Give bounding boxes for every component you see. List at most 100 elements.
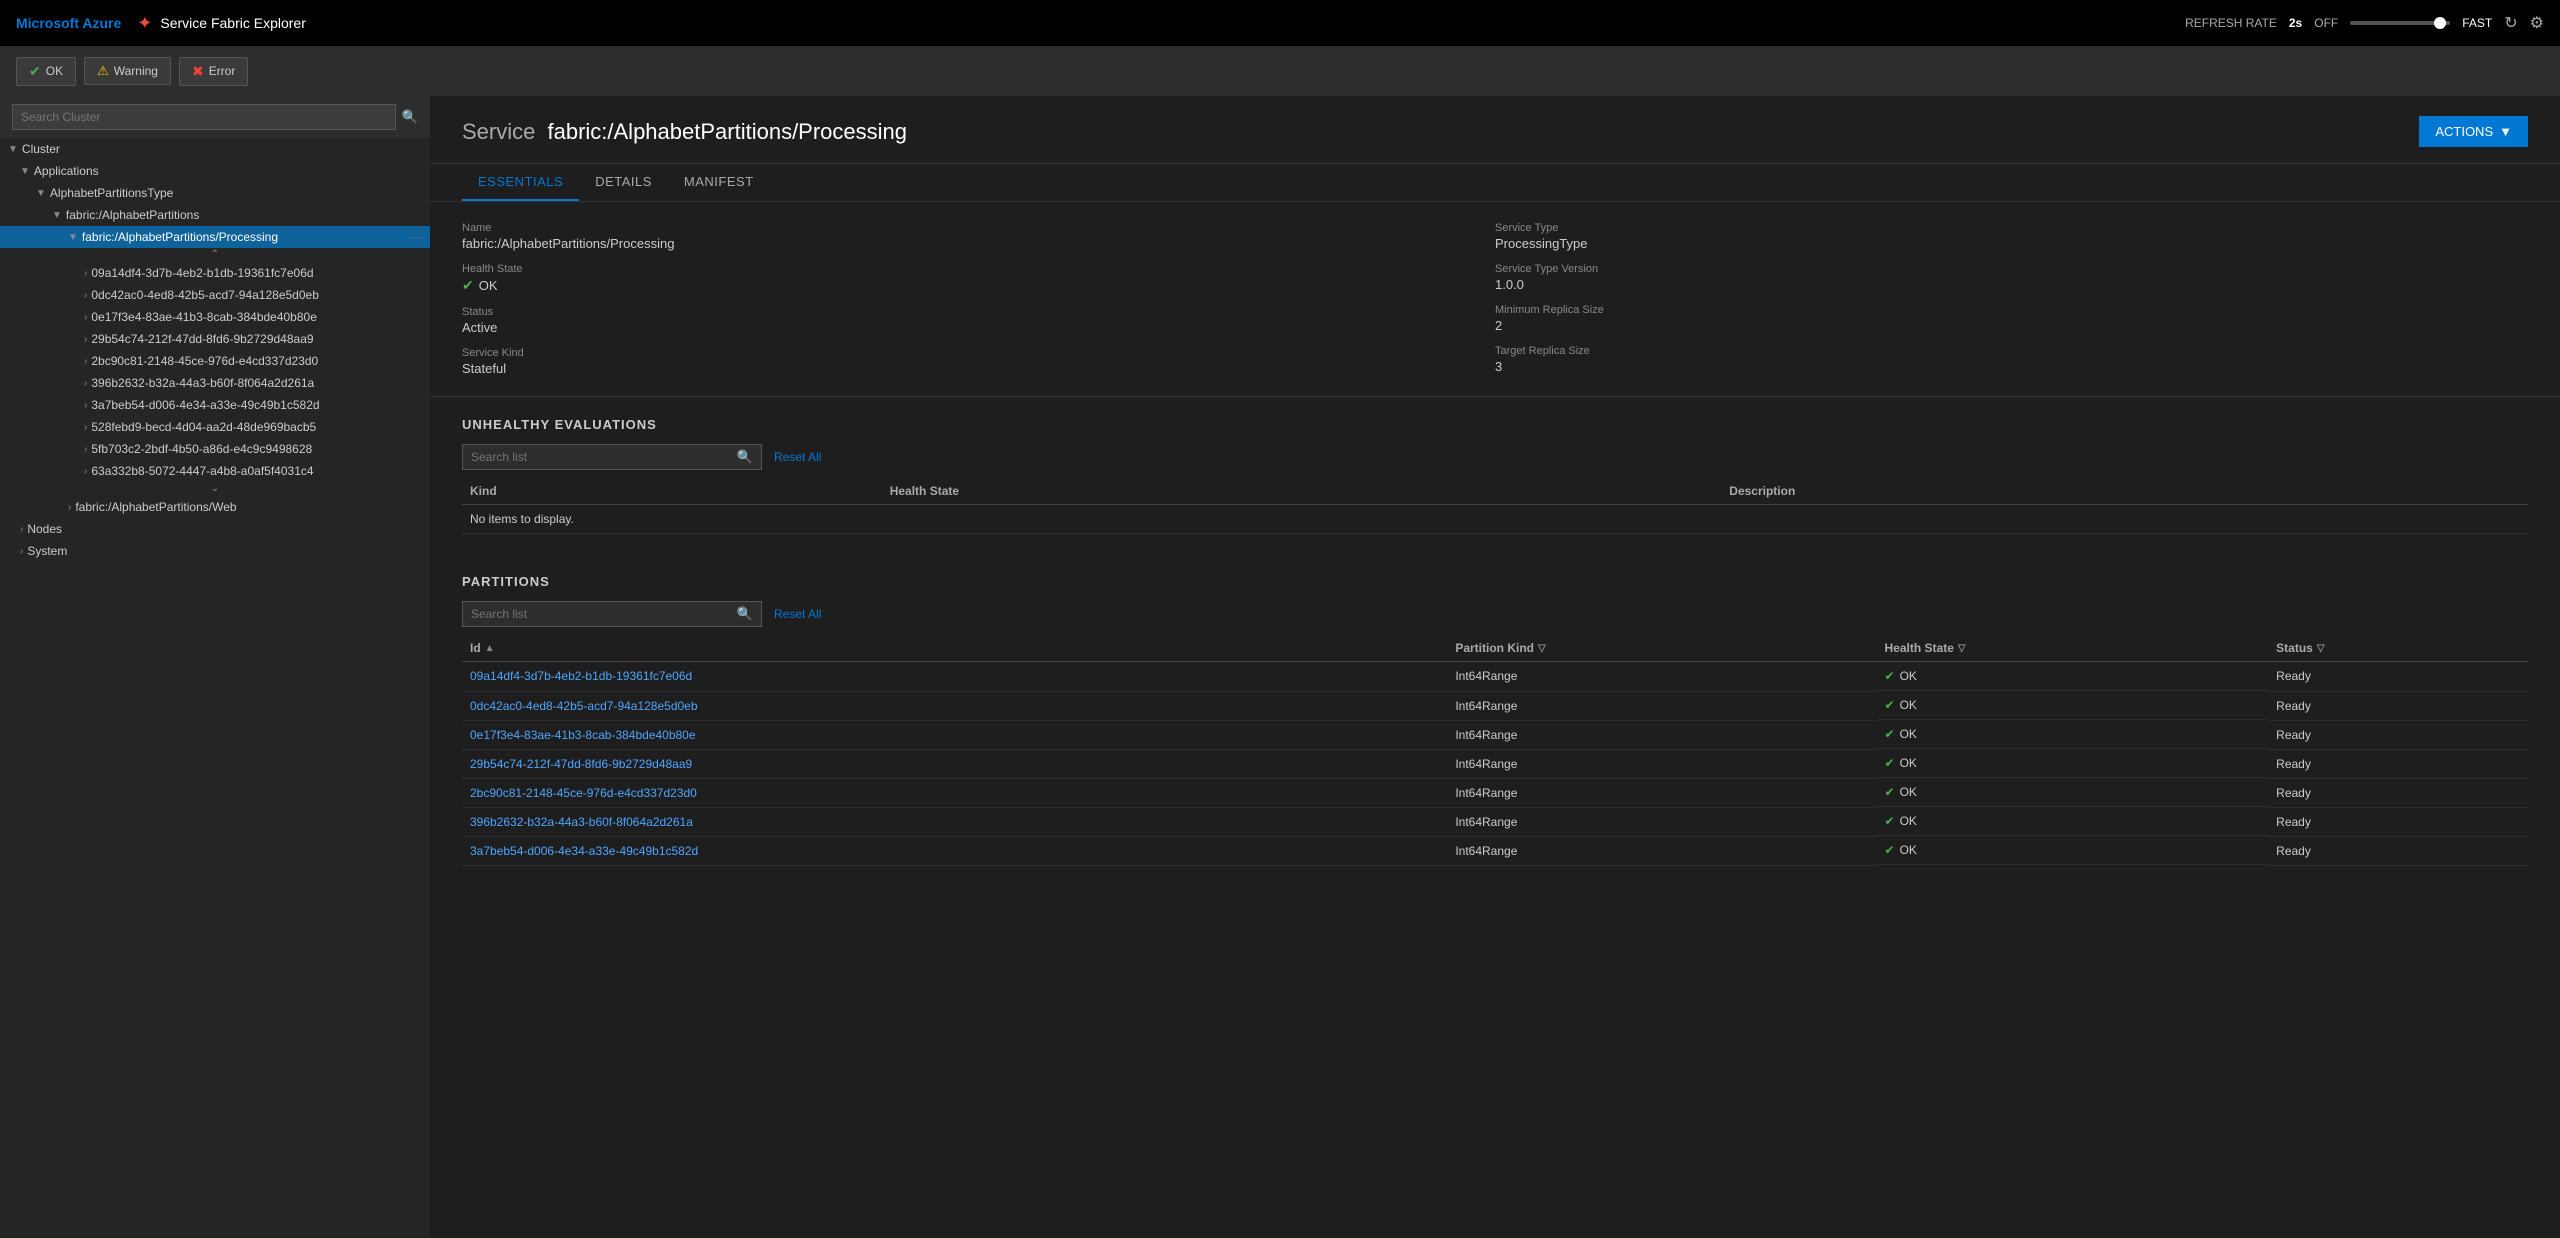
table-row: 09a14df4-3d7b-4eb2-b1db-19361fc7e06d Int… [462,662,2528,692]
unhealthy-search-input[interactable] [471,450,731,464]
partition-kind-cell: Int64Range [1447,836,1876,865]
refresh-slider[interactable] [2350,21,2450,25]
field-target-replica: Target Replica Size 3 [1495,345,2528,374]
name-label: Name [462,222,1495,234]
health-state-value: ✔ OK [462,277,1495,294]
partitions-search-row: 🔍 Reset All [462,601,2528,627]
refresh-rate-value: 2s [2289,16,2302,30]
refresh-icon[interactable]: ↻ [2504,13,2517,33]
unhealthy-reset-all[interactable]: Reset All [774,450,821,464]
chevron-icon: › [84,466,87,477]
content-area: Service fabric:/AlphabetPartitions/Proce… [430,96,2560,1238]
essentials-grid: Name fabric:/AlphabetPartitions/Processi… [430,202,2560,397]
partition-id-cell[interactable]: 29b54c74-212f-47dd-8fd6-9b2729d48aa9 [462,749,1447,778]
partitions-col-health: Health State ▽ [1877,635,2269,662]
partition-id-cell[interactable]: 396b2632-b32a-44a3-b60f-8f064a2d261a [462,807,1447,836]
ok-button[interactable]: ✔ OK [16,57,76,86]
partition-list: › 09a14df4-3d7b-4eb2-b1db-19361fc7e06d› … [0,262,430,482]
nav-left: Microsoft Azure ✦ Service Fabric Explore… [16,13,306,34]
nodes-label: Nodes [27,522,62,536]
tab-essentials[interactable]: ESSENTIALS [462,164,579,201]
more-icon[interactable]: ··· [410,230,422,244]
service-kind-label: Service Kind [462,347,1495,359]
sidebar-item-partition[interactable]: › 0dc42ac0-4ed8-42b5-acd7-94a128e5d0eb [0,284,430,306]
field-min-replica: Minimum Replica Size 2 [1495,304,2528,333]
field-name: Name fabric:/AlphabetPartitions/Processi… [462,222,1495,251]
partition-kind-cell: Int64Range [1447,807,1876,836]
sidebar-item-partition[interactable]: › 63a332b8-5072-4447-a4b8-a0af5f4031c4 [0,460,430,482]
chevron-icon: › [84,334,87,345]
table-row: 0dc42ac0-4ed8-42b5-acd7-94a128e5d0eb Int… [462,691,2528,720]
partitions-reset-all[interactable]: Reset All [774,607,821,621]
tab-manifest[interactable]: MANIFEST [668,164,770,201]
field-service-type: Service Type ProcessingType [1495,222,2528,251]
partition-status-cell: Ready [2268,749,2528,778]
unhealthy-search-wrap: 🔍 [462,444,762,470]
min-replica-value: 2 [1495,318,2528,333]
sidebar-item-alphabet-type[interactable]: ▼ AlphabetPartitionsType [0,182,430,204]
sidebar-item-partition[interactable]: › 3a7beb54-d006-4e34-a33e-49c49b1c582d [0,394,430,416]
sidebar-item-partition[interactable]: › 528febd9-becd-4d04-aa2d-48de969bacb5 [0,416,430,438]
sidebar-item-partition[interactable]: › 2bc90c81-2148-45ce-976d-e4cd337d23d0 [0,350,430,372]
sidebar-item-cluster[interactable]: ▼ Cluster [0,138,430,160]
partition-health-cell: ✔ OK [1877,778,2269,807]
tab-details[interactable]: DETAILS [579,164,668,201]
actions-button[interactable]: ACTIONS ▼ [2419,116,2528,147]
status-value: Active [462,320,1495,335]
chevron-icon: › [84,422,87,433]
status-bar: ✔ OK ⚠ Warning ✖ Error [0,46,2560,96]
partitions-col-kind: Partition Kind ▽ [1447,635,1876,662]
partition-kind-cell: Int64Range [1447,720,1876,749]
up-chevron-icon: ⌃ [211,250,219,260]
filter-icon: ▽ [1538,643,1546,654]
sidebar-item-applications[interactable]: ▼ Applications [0,160,430,182]
partition-status-cell: Ready [2268,778,2528,807]
unhealthy-table: Kind Health State Description No items t… [462,478,2528,534]
target-replica-label: Target Replica Size [1495,345,2528,357]
sidebar-item-partition[interactable]: › 5fb703c2-2bdf-4b50-a86d-e4c9c9498628 [0,438,430,460]
warning-button[interactable]: ⚠ Warning [84,57,171,85]
table-row: 2bc90c81-2148-45ce-976d-e4cd337d23d0 Int… [462,778,2528,807]
main-layout: 🔍 ▼ Cluster ▼ Applications ▼ AlphabetPar… [0,96,2560,1238]
partition-id-cell[interactable]: 0e17f3e4-83ae-41b3-8cab-384bde40b80e [462,720,1447,749]
chevron-icon: › [84,290,87,301]
sidebar-item-system[interactable]: › System [0,540,430,562]
search-input[interactable] [12,104,396,130]
partitions-search-input[interactable] [471,607,731,621]
settings-icon[interactable]: ⚙ [2530,13,2544,33]
search-cluster-icon: 🔍 [402,109,418,125]
collapse-up-arrow[interactable]: ⌃ [0,248,430,262]
unhealthy-col-kind: Kind [462,478,882,505]
service-header: Service fabric:/AlphabetPartitions/Proce… [430,96,2560,164]
azure-logo: Microsoft Azure [16,15,121,31]
partition-id-cell[interactable]: 2bc90c81-2148-45ce-976d-e4cd337d23d0 [462,778,1447,807]
partition-status-cell: Ready [2268,720,2528,749]
sidebar-item-partition[interactable]: › 0e17f3e4-83ae-41b3-8cab-384bde40b80e [0,306,430,328]
error-button[interactable]: ✖ Error [179,57,248,86]
alphabet-type-label: AlphabetPartitionsType [50,186,173,200]
sidebar-item-partition[interactable]: › 396b2632-b32a-44a3-b60f-8f064a2d261a [0,372,430,394]
collapse-down-arrow[interactable]: ⌄ [0,482,430,496]
partition-health-cell: ✔ OK [1877,691,2269,720]
partition-id-cell[interactable]: 0dc42ac0-4ed8-42b5-acd7-94a128e5d0eb [462,691,1447,720]
sidebar-item-web[interactable]: › fabric:/AlphabetPartitions/Web [0,496,430,518]
partitions-tbody: 09a14df4-3d7b-4eb2-b1db-19361fc7e06d Int… [462,662,2528,866]
sidebar-item-partition[interactable]: › 09a14df4-3d7b-4eb2-b1db-19361fc7e06d [0,262,430,284]
partition-id-cell[interactable]: 3a7beb54-d006-4e34-a33e-49c49b1c582d [462,836,1447,865]
sidebar-item-processing[interactable]: ▼ fabric:/AlphabetPartitions/Processing … [0,226,430,248]
sidebar-item-partition[interactable]: › 29b54c74-212f-47dd-8fd6-9b2729d48aa9 [0,328,430,350]
filter-icon: ▽ [1958,643,1966,654]
partition-id-cell[interactable]: 09a14df4-3d7b-4eb2-b1db-19361fc7e06d [462,662,1447,692]
sort-icon: ▲ [485,643,495,654]
partition-status-cell: Ready [2268,691,2528,720]
chevron-icon: › [20,524,23,535]
chevron-icon: ▼ [20,166,30,177]
sidebar-item-alphabet-app[interactable]: ▼ fabric:/AlphabetPartitions [0,204,430,226]
warning-label: Warning [114,64,158,78]
system-label: System [27,544,67,558]
partition-status-cell: Ready [2268,807,2528,836]
table-row: 29b54c74-212f-47dd-8fd6-9b2729d48aa9 Int… [462,749,2528,778]
sidebar-item-nodes[interactable]: › Nodes [0,518,430,540]
target-replica-value: 3 [1495,359,2528,374]
partitions-col-id: Id ▲ [462,635,1447,662]
